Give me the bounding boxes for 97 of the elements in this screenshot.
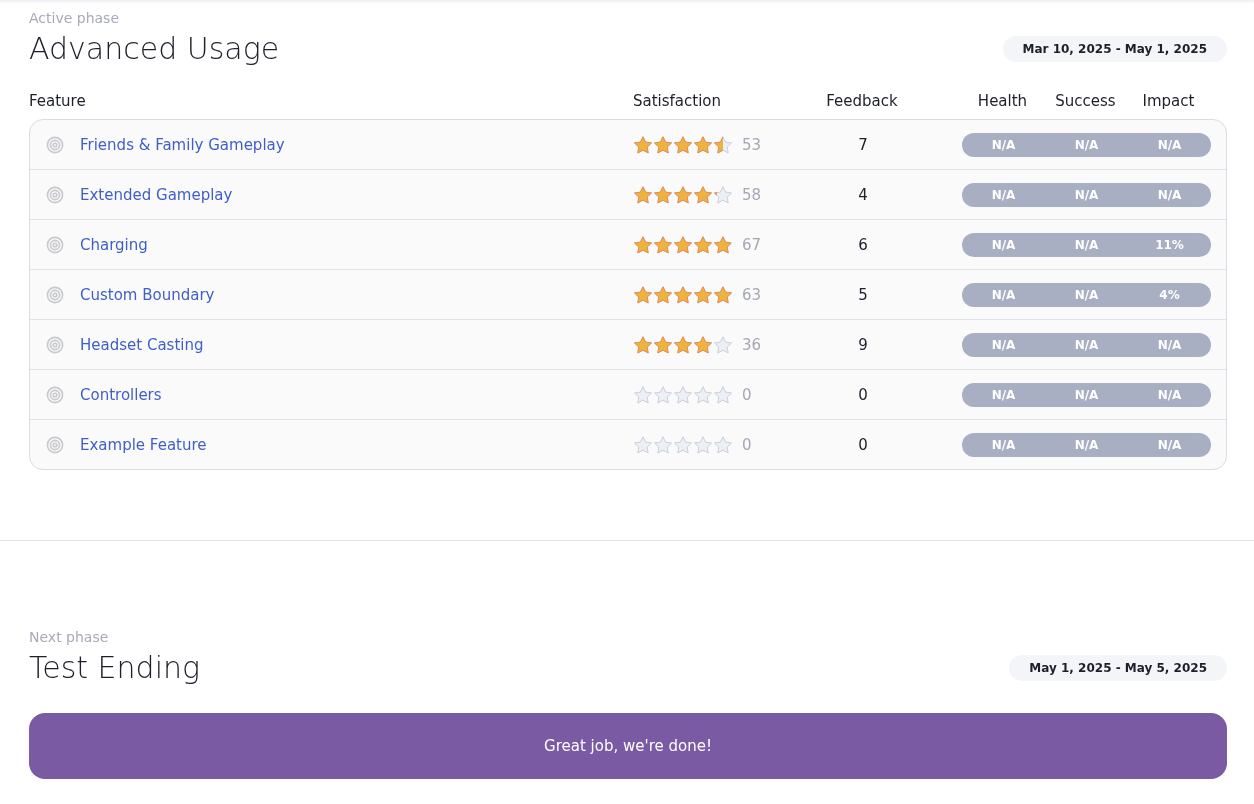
metric-value: N/A: [990, 437, 1017, 452]
star-icon: [654, 385, 672, 404]
star-icon: [634, 135, 652, 154]
phase-label: Active phase: [29, 10, 119, 26]
rating-count: 0: [742, 385, 752, 404]
feature-link[interactable]: Charging: [80, 235, 148, 254]
feedback-count: 7: [857, 135, 869, 154]
star-icon: [634, 185, 652, 204]
star-icon: [654, 185, 672, 204]
target-icon: [46, 435, 64, 454]
star-icon: [694, 235, 712, 254]
rating-count: 63: [742, 285, 762, 304]
metric-value: N/A: [1156, 187, 1183, 202]
star-icon: [714, 435, 732, 454]
metric-value: N/A: [1156, 137, 1183, 152]
phase-title: Test Ending: [29, 650, 200, 685]
metric-value: N/A: [1073, 237, 1100, 252]
feedback-count: 0: [857, 435, 869, 454]
feature-link[interactable]: Example Feature: [80, 435, 207, 454]
rating-count: 58: [742, 185, 762, 204]
star-icon: [694, 285, 712, 304]
target-icon: [46, 385, 64, 404]
column-header: Success: [1054, 92, 1117, 110]
feature-link[interactable]: Friends & Family Gameplay: [80, 135, 285, 154]
star-icon: [634, 335, 652, 354]
rating-count: 67: [742, 235, 762, 254]
star-icon: [634, 435, 652, 454]
date-range: Mar 10, 2025 - May 1, 2025: [1002, 35, 1227, 62]
star-icon: [654, 335, 672, 354]
star-icon: [654, 435, 672, 454]
star-icon: [674, 435, 692, 454]
target-icon: [46, 235, 64, 254]
metric-value: N/A: [990, 237, 1017, 252]
star-icon: [694, 335, 712, 354]
star-icon: [714, 285, 732, 304]
star-icon: [674, 285, 692, 304]
target-icon: [46, 135, 64, 154]
metric-value: N/A: [1073, 387, 1100, 402]
star-icon: [634, 235, 652, 254]
column-header: Feedback: [825, 92, 899, 110]
date-range: May 1, 2025 - May 5, 2025: [1009, 654, 1227, 681]
metric-value: N/A: [990, 387, 1017, 402]
phase-title: Advanced Usage: [29, 31, 280, 66]
phase-label: Next phase: [29, 629, 109, 645]
rating-count: 0: [742, 435, 752, 454]
feature-link[interactable]: Headset Casting: [80, 335, 204, 354]
star-icon: [714, 135, 732, 154]
star-icon: [634, 385, 652, 404]
feedback-count: 5: [857, 285, 869, 304]
star-icon: [674, 235, 692, 254]
target-icon: [46, 285, 64, 304]
metric-value: N/A: [990, 287, 1017, 302]
metric-value: 11%: [1154, 237, 1185, 252]
star-icon: [674, 185, 692, 204]
feature-link[interactable]: Controllers: [80, 385, 162, 404]
metric-value: N/A: [990, 187, 1017, 202]
column-header: Feature: [29, 92, 87, 110]
feature-link[interactable]: Custom Boundary: [80, 285, 215, 304]
star-icon: [714, 185, 732, 204]
star-icon: [654, 285, 672, 304]
metric-value: N/A: [1073, 287, 1100, 302]
star-icon: [714, 335, 732, 354]
rating-count: 53: [742, 135, 762, 154]
star-icon: [654, 235, 672, 254]
column-header: Health: [976, 92, 1029, 110]
target-icon: [46, 185, 64, 204]
column-header: Impact: [1141, 92, 1196, 110]
rating-count: 36: [742, 335, 762, 354]
feedback-count: 4: [857, 185, 869, 204]
star-icon: [694, 135, 712, 154]
metric-value: N/A: [1073, 337, 1100, 352]
star-icon: [674, 335, 692, 354]
metric-value: N/A: [1073, 137, 1100, 152]
star-icon: [714, 385, 732, 404]
target-icon: [46, 335, 64, 354]
star-icon: [714, 235, 732, 254]
star-icon: [694, 185, 712, 204]
metric-value: N/A: [1156, 337, 1183, 352]
feedback-count: 0: [857, 385, 869, 404]
star-icon: [694, 435, 712, 454]
feature-link[interactable]: Extended Gameplay: [80, 185, 233, 204]
completion-banner: Great job, we're done!: [29, 713, 1227, 779]
metric-value: N/A: [1156, 437, 1183, 452]
metric-value: N/A: [1073, 187, 1100, 202]
star-icon: [694, 385, 712, 404]
star-icon: [634, 285, 652, 304]
feedback-count: 6: [857, 235, 869, 254]
star-icon: [674, 135, 692, 154]
metric-value: N/A: [990, 337, 1017, 352]
metric-value: N/A: [1073, 437, 1100, 452]
star-icon: [674, 385, 692, 404]
metric-value: N/A: [1156, 387, 1183, 402]
star-icon: [654, 135, 672, 154]
feedback-count: 9: [857, 335, 869, 354]
metric-value: N/A: [990, 137, 1017, 152]
metric-value: 4%: [1158, 287, 1181, 302]
column-header: Satisfaction: [633, 92, 723, 110]
